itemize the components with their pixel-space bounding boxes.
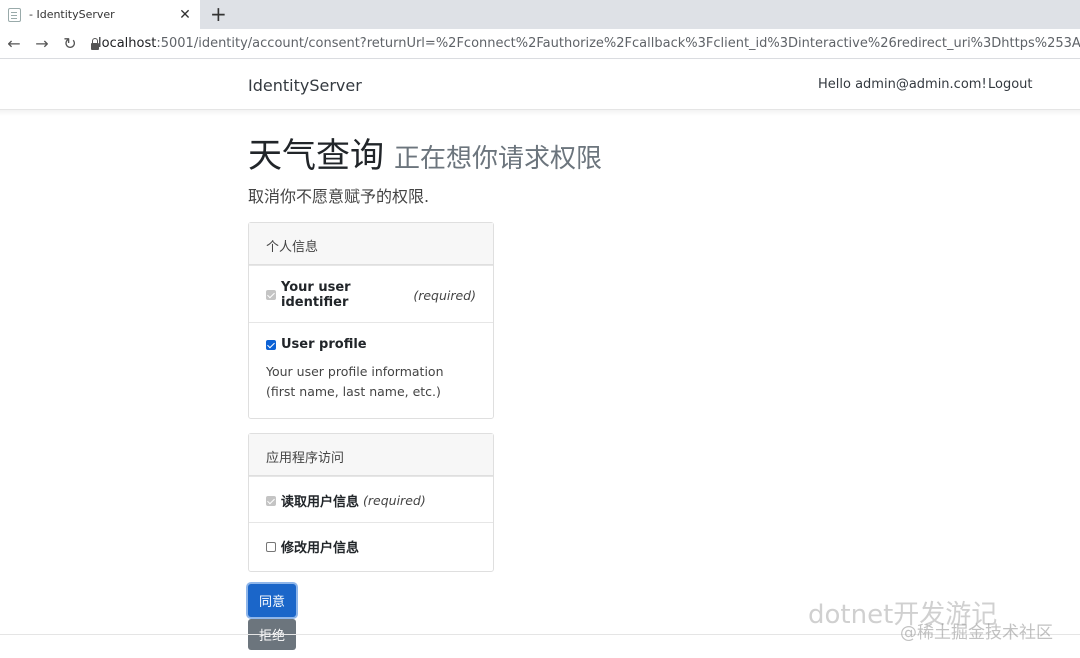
scope-checkbox-profile[interactable]	[266, 339, 276, 350]
identity-scopes-card: 个人信息 Your user identifier (required) Use…	[248, 222, 494, 419]
site-navbar: IdentityServer Hello admin@admin.com! Lo…	[0, 59, 1080, 110]
url-host: localhost	[98, 36, 157, 51]
consent-buttons: 同意 拒绝	[248, 584, 748, 650]
scope-checkbox-read	[266, 495, 276, 506]
url-input[interactable]: localhost:5001/identity/account/consent?…	[90, 29, 1080, 59]
scope-item: Your user identifier (required)	[249, 265, 493, 322]
tab-title: - IdentityServer	[29, 8, 115, 21]
logout-link[interactable]: Logout	[988, 77, 1033, 92]
accept-button[interactable]: 同意	[248, 584, 297, 617]
watermark-subtext: @稀土掘金技术社区	[900, 623, 1053, 643]
scope-required: (required)	[363, 493, 426, 508]
user-greeting: Hello admin@admin.com!	[818, 77, 987, 92]
identity-scopes-header: 个人信息	[249, 223, 493, 265]
scope-name: 修改用户信息	[281, 541, 360, 556]
consent-page: 天气查询 正在想你请求权限 取消你不愿意赋予的权限. 个人信息 Your use…	[248, 128, 748, 650]
reload-icon[interactable]: ↻	[56, 34, 84, 53]
navbar-shadow	[0, 110, 1080, 116]
scope-item: User profile Your user profile informati…	[249, 322, 493, 418]
browser-tab-bar: - IdentityServer ✕ +	[0, 0, 1080, 29]
new-tab-icon[interactable]: +	[210, 3, 227, 25]
brand-link[interactable]: IdentityServer	[248, 76, 362, 95]
client-name: 天气查询	[248, 136, 384, 176]
scope-name: 读取用户信息	[281, 495, 360, 510]
scope-name: User profile	[281, 337, 367, 352]
address-bar: ← → ↻ localhost:5001/identity/account/co…	[0, 29, 1080, 59]
scope-checkbox-openid	[266, 290, 276, 300]
back-icon[interactable]: ←	[0, 34, 28, 53]
page-icon	[8, 7, 21, 22]
scope-required: (required)	[413, 287, 476, 303]
url-path: :5001/identity/account/consent?returnUrl…	[156, 36, 1080, 51]
scope-description: Your user profile information (first nam…	[266, 364, 444, 399]
requesting-text: 正在想你请求权限	[394, 144, 603, 174]
scope-name: Your user identifier	[281, 280, 351, 310]
scope-item: 修改用户信息	[249, 522, 493, 571]
browser-tab[interactable]: - IdentityServer ✕	[0, 0, 200, 29]
close-tab-icon[interactable]: ✕	[178, 7, 192, 23]
scope-item: 读取用户信息 (required)	[249, 476, 493, 522]
forward-icon[interactable]: →	[28, 34, 56, 53]
page-title: 天气查询 正在想你请求权限	[248, 128, 748, 177]
api-scopes-card: 应用程序访问 读取用户信息 (required) 修改用户信息	[248, 433, 494, 572]
lead-text: 取消你不愿意赋予的权限.	[248, 187, 430, 206]
api-scopes-header: 应用程序访问	[249, 434, 493, 476]
scope-checkbox-write[interactable]	[266, 541, 276, 552]
